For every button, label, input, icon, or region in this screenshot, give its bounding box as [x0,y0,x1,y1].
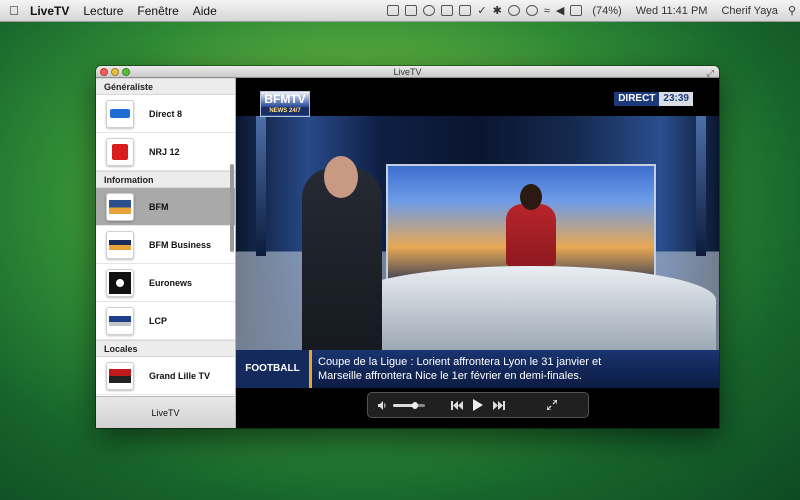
channel-sidebar: Généraliste Direct 8 NRJ 12 Information … [96,78,236,428]
lcp-logo-icon [106,306,134,335]
live-badge-time: 23:39 [659,92,693,106]
channel-logo-text: BFMTV [264,92,306,106]
menubar-clock[interactable]: Wed 11:41 PM [632,5,712,17]
dropbox-icon[interactable] [441,5,454,16]
menu-lecture[interactable]: Lecture [76,4,130,18]
nrj12-logo-icon [106,137,134,166]
battery-percent: (74%) [592,4,622,17]
menubar-user[interactable]: Cherif Yaya [717,5,781,17]
bfm-logo-icon [106,192,134,221]
chat-icon[interactable] [507,5,520,16]
bluetooth-icon[interactable]: ✱ [493,4,502,17]
ticker-line-1: Coupe de la Ligue : Lorient affrontera L… [318,356,602,368]
window-controls [100,68,130,76]
channel-row-direct8[interactable]: Direct 8 [96,95,235,133]
volume-knob[interactable] [412,401,419,409]
channel-name: Grand Lille TV [149,370,211,381]
play-icon[interactable] [473,399,483,411]
video-frame [236,116,719,351]
bfmtv-channel-logo: BFMTV NEWS 24/7 [260,91,310,117]
battery-icon[interactable] [570,5,583,16]
channel-row-grand-lille-tv[interactable]: Grand Lille TV [96,357,235,395]
menu-bar:  LiveTV Lecture Fenêtre Aide ✓ ✱ ≈ ◀ (7… [0,0,800,22]
group-header-locales: Locales [96,340,235,357]
next-channel-icon[interactable] [493,400,505,410]
group-header-information: Information [96,171,235,188]
clipboard-icon[interactable] [459,5,472,16]
ticker-category: FOOTBALL [236,350,312,388]
bfm-business-logo-icon [106,230,134,259]
window-title: LiveTV [393,67,422,77]
channel-row-bfm-business[interactable]: BFM Business [96,226,235,264]
status-icons: ✓ ✱ ≈ ◀ (74%) Wed 11:41 PM Cherif Yaya ⚲ [387,4,800,17]
channel-name: LCP [149,315,167,326]
volume-icon[interactable]: ◀ [556,4,564,17]
news-desk [346,266,716,351]
apple-menu-icon[interactable]:  [0,3,28,18]
menu-aide[interactable]: Aide [186,4,224,18]
sync-icon[interactable] [423,5,436,16]
sidebar-footer-label: LiveTV [151,407,180,418]
video-player[interactable]: BFMTV NEWS 24/7 DIRECT 23:39 FOOTBALL Co… [236,78,719,428]
channel-row-lcp[interactable]: LCP [96,302,235,340]
speaker-icon[interactable] [378,400,387,410]
wifi-icon[interactable]: ≈ [544,5,550,17]
channel-name: Direct 8 [149,108,183,119]
channel-name: NRJ 12 [149,146,180,157]
livetv-window: LiveTV ⤢ Généraliste Direct 8 NRJ 12 Inf… [96,66,719,428]
channel-name: BFM Business [149,239,212,250]
channel-name: BFM [149,201,169,212]
channel-row-euronews[interactable]: Euronews [96,264,235,302]
checkmark-icon[interactable]: ✓ [477,4,486,17]
studio-light [256,116,266,256]
channel-name: Euronews [149,277,193,288]
expand-fullscreen-icon[interactable] [547,400,557,410]
ticker-line-2: Marseille affrontera Nice le 1er février… [318,370,582,382]
menu-fenetre[interactable]: Fenêtre [130,4,185,18]
playback-controls [367,392,589,418]
channel-row-bfm[interactable]: BFM [96,188,235,226]
sidebar-footer: LiveTV [96,396,235,428]
volume-slider[interactable] [393,401,425,409]
menu-app-name[interactable]: LiveTV [28,4,76,18]
presenter-woman [506,184,556,266]
minimize-window-button[interactable] [111,68,119,76]
sidebar-scrollbar[interactable] [230,164,234,252]
live-badge: DIRECT 23:39 [614,92,693,106]
presenter-man [302,156,382,350]
time-machine-icon[interactable] [525,5,538,16]
close-window-button[interactable] [100,68,108,76]
tray-app-icon[interactable] [387,5,400,16]
zoom-window-button[interactable] [122,68,130,76]
previous-channel-icon[interactable] [451,400,463,410]
ticker-headline: Coupe de la Ligue : Lorient affrontera L… [312,355,601,383]
group-header-generaliste: Généraliste [96,78,235,95]
euronews-logo-icon [106,268,134,297]
direct8-logo-icon [106,99,134,128]
live-badge-label: DIRECT [614,92,660,106]
news-ticker: FOOTBALL Coupe de la Ligue : Lorient aff… [236,350,719,388]
spotlight-search-icon[interactable]: ⚲ [788,4,796,17]
transport-buttons [451,399,505,411]
channel-logo-subtext: NEWS 24/7 [261,107,309,115]
channel-row-nrj12[interactable]: NRJ 12 [96,133,235,171]
studio-light [696,116,706,256]
grand-lille-tv-logo-icon [106,361,134,390]
mail-icon[interactable] [405,5,418,16]
window-titlebar[interactable]: LiveTV ⤢ [96,66,719,78]
